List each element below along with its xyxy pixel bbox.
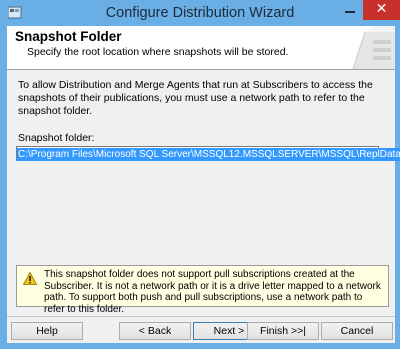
close-icon: ✕ (375, 1, 388, 17)
warning-triangle-icon (23, 272, 37, 285)
wizard-header: Snapshot Folder Specify the root locatio… (7, 26, 395, 70)
page-subtitle: Specify the root location where snapshot… (27, 46, 289, 58)
cancel-button[interactable]: Cancel (321, 322, 393, 340)
wizard-body: To allow Distribution and Merge Agents t… (7, 70, 400, 316)
finish-button[interactable]: Finish >>| (247, 322, 319, 340)
wizard-window: Configure Distribution Wizard ✕ Snapshot… (0, 0, 400, 349)
snapshot-folder-label: Snapshot folder: (18, 132, 95, 144)
title-bar[interactable]: Configure Distribution Wizard ✕ (0, 0, 400, 26)
snapshot-folder-input[interactable]: C:\Program Files\Microsoft SQL Server\MS… (16, 146, 400, 161)
warning-box: This snapshot folder does not support pu… (16, 265, 389, 315)
server-graphic-icon (352, 26, 395, 69)
help-button[interactable]: Help (11, 322, 83, 340)
button-bar: Help < Back Next > Finish >>| Cancel (7, 316, 395, 343)
back-button[interactable]: < Back (119, 322, 191, 340)
minimize-button[interactable] (337, 0, 363, 20)
close-button[interactable]: ✕ (363, 0, 400, 20)
snapshot-folder-value: C:\Program Files\Microsoft SQL Server\MS… (17, 148, 400, 161)
warning-text: This snapshot folder does not support pu… (44, 269, 381, 315)
page-title: Snapshot Folder (15, 29, 122, 44)
intro-text: To allow Distribution and Merge Agents t… (18, 79, 373, 117)
